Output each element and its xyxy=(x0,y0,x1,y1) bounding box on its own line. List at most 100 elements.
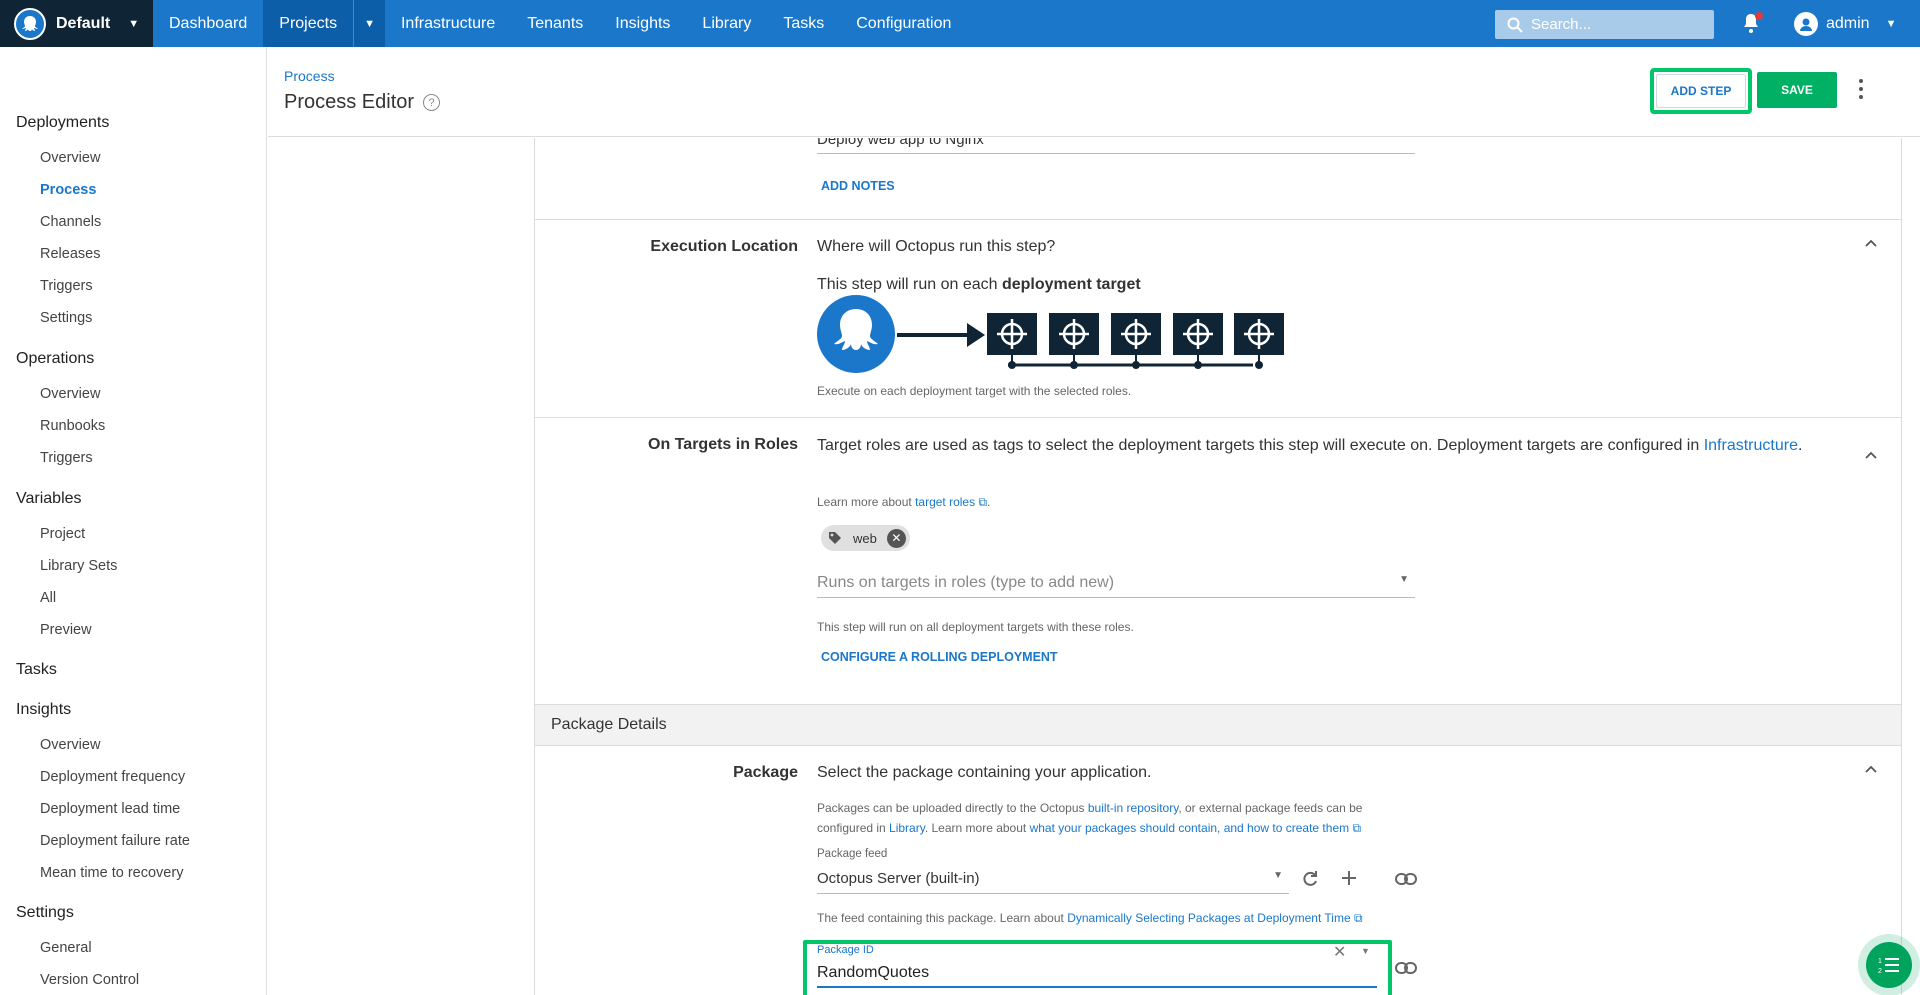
sidebar-item-runbooks[interactable]: Runbooks xyxy=(40,418,105,434)
feed-help-prefix: The feed containing this package. Learn … xyxy=(817,911,1068,925)
nav-tasks[interactable]: Tasks xyxy=(767,0,840,47)
sidebar-item-library-sets[interactable]: Library Sets xyxy=(40,558,117,574)
dropdown-arrow-icon[interactable]: ▼ xyxy=(1361,946,1370,956)
nav-infrastructure[interactable]: Infrastructure xyxy=(385,0,511,47)
external-link-icon: ⧉ xyxy=(978,495,988,509)
nav-configuration[interactable]: Configuration xyxy=(840,0,967,47)
package-feed-select[interactable]: Octopus Server (built-in) ▼ xyxy=(817,862,1289,894)
nav-dashboard[interactable]: Dashboard xyxy=(153,0,263,47)
roles-helper-text: This step will run on all deployment tar… xyxy=(817,620,1134,634)
sidebar-section-tasks[interactable]: Tasks xyxy=(16,661,57,679)
roles-input[interactable]: Runs on targets in roles (type to add ne… xyxy=(817,566,1415,598)
nav-library[interactable]: Library xyxy=(686,0,767,47)
sidebar-item-process[interactable]: Process xyxy=(40,182,96,198)
roles-input-placeholder: Runs on targets in roles (type to add ne… xyxy=(817,574,1115,591)
package-info-text: Packages can be uploaded directly to the… xyxy=(817,798,1837,838)
chevron-up-icon[interactable] xyxy=(1865,764,1877,776)
sidebar-item-insights-overview[interactable]: Overview xyxy=(40,737,100,753)
role-chip-web: web ✕ xyxy=(821,525,1841,551)
octopus-server-icon xyxy=(817,295,895,373)
svg-text:2: 2 xyxy=(1878,968,1882,974)
sidebar-item-operations-overview[interactable]: Overview xyxy=(40,386,100,402)
sidebar-section-insights: Insights xyxy=(16,701,72,718)
add-notes-button[interactable]: ADD NOTES xyxy=(821,179,1841,193)
sidebar-item-settings[interactable]: Settings xyxy=(40,310,92,326)
package-feed-value: Octopus Server (built-in) xyxy=(817,870,980,887)
sidebar-item-deployment-lead-time[interactable]: Deployment lead time xyxy=(40,801,180,817)
search-placeholder: Search... xyxy=(1531,16,1592,33)
add-step-highlight: ADD STEP xyxy=(1650,68,1752,114)
package-info-3: configured in xyxy=(817,821,890,835)
refresh-icon[interactable] xyxy=(1301,870,1319,888)
learn-target-roles: Learn more about target roles ⧉. xyxy=(817,495,991,509)
svg-text:1: 1 xyxy=(1878,958,1882,965)
role-chip-label: web xyxy=(853,530,877,546)
execution-run-prefix: This step will run on each xyxy=(817,276,1002,293)
package-contents-link[interactable]: what your packages should contain, and h… xyxy=(1030,821,1350,835)
breadcrumb[interactable]: Process xyxy=(284,68,335,84)
process-outline-button[interactable]: 1 2 xyxy=(1866,942,1912,988)
feed-help-text: The feed containing this package. Learn … xyxy=(817,911,1837,926)
remove-role-icon[interactable]: ✕ xyxy=(886,528,906,548)
step-name-field[interactable]: Deploy web app to Nginx xyxy=(817,138,1837,154)
add-step-button[interactable]: ADD STEP xyxy=(1656,74,1746,108)
sidebar-item-channels[interactable]: Channels xyxy=(40,214,101,230)
user-menu[interactable]: admin ▼ xyxy=(1794,0,1896,47)
chevron-down-icon: ▼ xyxy=(128,17,140,30)
deployment-target-diagram xyxy=(817,295,1297,377)
space-switcher[interactable]: Default ▼ xyxy=(0,0,153,52)
deployment-target-icons xyxy=(987,313,1284,355)
sidebar-item-operations-triggers[interactable]: Triggers xyxy=(40,450,93,466)
target-roles-label: On Targets in Roles xyxy=(648,436,798,453)
execution-caption: Execute on each deployment target with t… xyxy=(817,384,1132,398)
tag-icon xyxy=(827,530,843,546)
target-roles-description: Target roles are used as tags to select … xyxy=(817,437,1803,454)
sidebar-item-mean-time-to-recovery[interactable]: Mean time to recovery xyxy=(40,865,183,881)
sidebar-item-version-control[interactable]: Version Control xyxy=(40,972,139,988)
target-roles-desc-text: Target roles are used as tags to select … xyxy=(817,437,1704,454)
more-options-icon[interactable] xyxy=(1859,79,1863,99)
package-description: Select the package containing your appli… xyxy=(817,764,1152,781)
link-icon[interactable] xyxy=(1395,962,1417,974)
link-icon[interactable] xyxy=(1395,873,1417,885)
package-id-input[interactable]: RandomQuotes xyxy=(817,958,1377,988)
sidebar-item-general[interactable]: General xyxy=(40,940,92,956)
target-roles-link[interactable]: target roles xyxy=(915,495,975,509)
sidebar-item-overview[interactable]: Overview xyxy=(40,150,100,166)
help-icon[interactable]: ? xyxy=(423,94,441,111)
nav-tenants[interactable]: Tenants xyxy=(511,0,599,47)
save-button[interactable]: SAVE xyxy=(1757,72,1837,108)
clear-icon[interactable]: ✕ xyxy=(1333,942,1346,962)
projects-dropdown-icon[interactable]: ▼ xyxy=(353,0,385,47)
chevron-up-icon[interactable] xyxy=(1865,450,1877,462)
sidebar-item-deployment-frequency[interactable]: Deployment frequency xyxy=(40,769,185,785)
dropdown-arrow-icon[interactable]: ▼ xyxy=(1399,574,1409,585)
external-link-icon: ⧉ xyxy=(1352,821,1362,835)
sidebar-item-all[interactable]: All xyxy=(40,590,56,606)
configure-rolling-deployment-button[interactable]: CONFIGURE A ROLLING DEPLOYMENT xyxy=(821,650,1841,664)
dynamic-packages-link[interactable]: Dynamically Selecting Packages at Deploy… xyxy=(1067,911,1350,925)
add-feed-icon[interactable] xyxy=(1341,870,1357,886)
built-in-repository-link[interactable]: built-in repository xyxy=(1088,801,1178,815)
numbered-list-icon: 1 2 xyxy=(1878,958,1899,974)
page-header: Process Process Editor ? ADD STEP SAVE xyxy=(268,47,1920,137)
sidebar-section-operations: Operations xyxy=(16,350,95,367)
library-link[interactable]: Library xyxy=(889,821,925,835)
package-info-4: . Learn more about xyxy=(924,821,1030,835)
sidebar-item-project[interactable]: Project xyxy=(40,526,85,542)
nav-projects[interactable]: Projects xyxy=(263,0,354,47)
sidebar-item-triggers[interactable]: Triggers xyxy=(40,278,93,294)
sidebar-item-preview[interactable]: Preview xyxy=(40,622,92,638)
chevron-up-icon[interactable] xyxy=(1865,238,1877,250)
infrastructure-link[interactable]: Infrastructure xyxy=(1704,437,1798,454)
bell-icon[interactable] xyxy=(1741,12,1763,34)
step-name-row: Deploy web app to Nginx ADD NOTES xyxy=(535,138,1901,220)
execution-run-bold: deployment target xyxy=(1001,276,1141,293)
sidebar-item-deployment-failure-rate[interactable]: Deployment failure rate xyxy=(40,833,190,849)
sidebar-item-releases[interactable]: Releases xyxy=(40,246,100,262)
dropdown-arrow-icon[interactable]: ▼ xyxy=(1273,870,1283,881)
package-id-value: RandomQuotes xyxy=(817,964,930,981)
nav-insights[interactable]: Insights xyxy=(599,0,686,47)
search-input[interactable]: Search... xyxy=(1495,10,1714,39)
execution-question: Where will Octopus run this step? xyxy=(817,238,1056,255)
